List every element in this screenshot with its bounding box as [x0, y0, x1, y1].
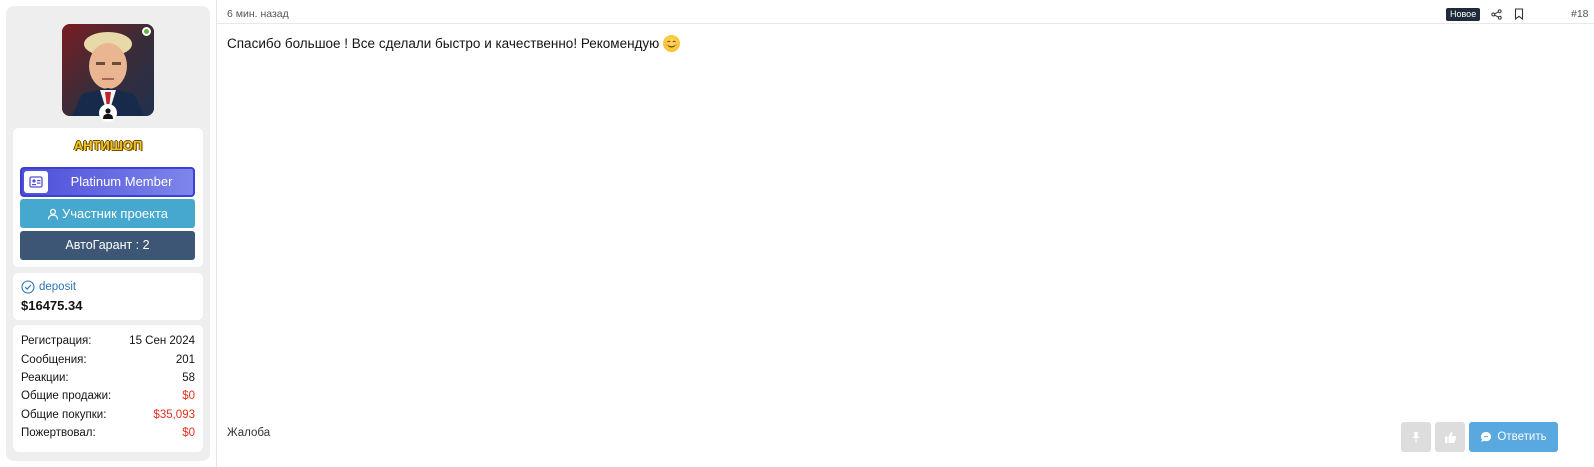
stat-label: Общие покупки:	[21, 408, 107, 421]
post-number-link[interactable]: #18	[1571, 8, 1589, 20]
post-header: 6 мин. назад Новое #18	[217, 0, 1594, 24]
avatar-wrap	[62, 24, 154, 122]
user-stats-card: Регистрация: 15 Сен 2024 Сообщения: 201 …	[13, 325, 203, 452]
user-icon	[47, 208, 59, 220]
post-content: 6 мин. назад Новое #18 Спасибо большое !…	[216, 0, 1594, 467]
stat-total-purchases: Общие покупки: $35,093	[21, 406, 195, 424]
stat-label: Пожертвовал:	[21, 427, 96, 440]
reply-label: Ответить	[1497, 431, 1547, 443]
pin-icon	[1412, 432, 1420, 443]
autoguarantee-badge: АвтоГарант : 2	[20, 231, 195, 260]
post-timestamp[interactable]: 6 мин. назад	[227, 8, 289, 20]
new-badge: Новое	[1446, 8, 1481, 21]
bookmark-icon[interactable]	[1512, 7, 1526, 21]
username[interactable]: АНТИШОП	[13, 138, 203, 153]
chat-bubble-icon	[1481, 432, 1492, 442]
post-message-text: Спасибо большое ! Все сделали быстро и к…	[227, 36, 660, 51]
stat-registration: Регистрация: 15 Сен 2024	[21, 332, 195, 350]
online-status-indicator	[142, 27, 151, 36]
like-button[interactable]	[1435, 422, 1465, 452]
stat-label: Общие продажи:	[21, 390, 112, 403]
post-message: Спасибо большое ! Все сделали быстро и к…	[227, 35, 681, 52]
stat-value: $35,093	[153, 408, 195, 421]
stat-value: 58	[182, 371, 195, 384]
stat-donated: Пожертвовал: $0	[21, 424, 195, 442]
thumbs-up-icon	[1444, 431, 1456, 443]
platinum-member-label: Platinum Member	[70, 174, 173, 189]
stat-label: Регистрация:	[21, 335, 92, 348]
stat-reactions: Реакции: 58	[21, 369, 195, 387]
platinum-member-badge: Platinum Member	[20, 167, 195, 197]
avatar-portrait	[62, 24, 154, 116]
stat-label: Сообщения:	[21, 353, 87, 366]
project-member-badge: Участник проекта	[20, 199, 195, 228]
project-member-label: Участник проекта	[61, 206, 169, 221]
stat-label: Реакции:	[21, 371, 69, 384]
deposit-label[interactable]: deposit	[39, 281, 76, 293]
id-card-icon	[24, 171, 48, 193]
pin-button[interactable]	[1401, 422, 1431, 452]
share-icon[interactable]	[1489, 7, 1503, 21]
stat-value: 201	[175, 353, 195, 366]
avatar[interactable]	[62, 24, 154, 116]
check-circle-icon	[21, 280, 35, 294]
user-info-card: АНТИШОП Platinum Member Участник проекта…	[13, 128, 203, 267]
reply-button[interactable]: Ответить	[1469, 422, 1558, 452]
stat-value: $0	[182, 390, 195, 403]
stat-messages: Сообщения: 201	[21, 350, 195, 368]
deposit-amount: $16475.34	[21, 298, 83, 313]
stat-value: 15 Сен 2024	[129, 335, 195, 348]
stat-total-sales: Общие продажи: $0	[21, 387, 195, 405]
deposit-card: deposit $16475.34	[13, 273, 203, 320]
report-link[interactable]: Жалоба	[227, 427, 270, 439]
stat-value: $0	[182, 427, 195, 440]
user-role-icon	[99, 104, 117, 122]
user-sidebar: АНТИШОП Platinum Member Участник проекта…	[6, 6, 210, 461]
smiling-emoji-icon	[663, 35, 681, 52]
